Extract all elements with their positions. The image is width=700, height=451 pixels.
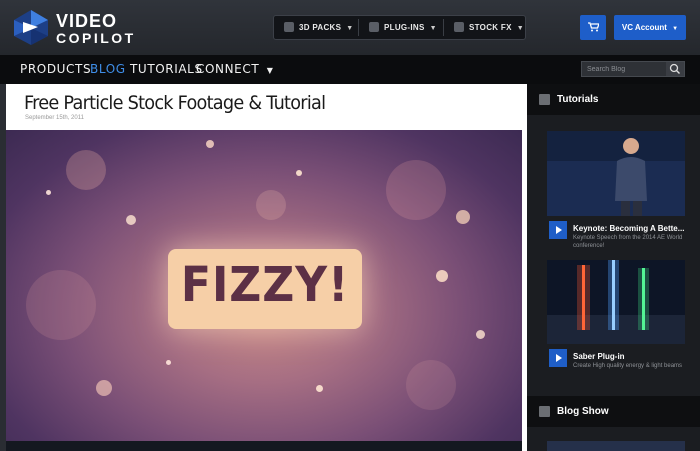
bokeh xyxy=(436,270,448,282)
stock-fx-button[interactable]: STOCK FX ▼ xyxy=(454,18,524,37)
video-title[interactable]: Saber Plug-in xyxy=(573,352,688,361)
bokeh xyxy=(206,140,214,148)
next-image-preview xyxy=(6,441,522,451)
chevron-down-icon: ▼ xyxy=(346,25,354,32)
bokeh xyxy=(316,385,323,392)
search-input[interactable] xyxy=(582,62,666,76)
film-icon xyxy=(454,21,464,32)
tutorials-heading[interactable]: Tutorials xyxy=(527,84,700,115)
video-description: Keynote Speech from the 2014 AE World co… xyxy=(573,235,683,249)
divider xyxy=(358,19,359,36)
bokeh xyxy=(456,210,470,224)
account-label: VC Account xyxy=(621,23,667,32)
play-button[interactable] xyxy=(549,349,567,367)
hero-image[interactable]: FIZZY! xyxy=(6,130,522,442)
plugin-icon xyxy=(369,21,379,32)
fizzy-sign: FIZZY! xyxy=(168,249,362,329)
logo-text-copilot: COPILOT xyxy=(56,30,136,46)
bokeh xyxy=(166,360,171,365)
bokeh xyxy=(26,270,96,340)
nav-products[interactable]: PRODUCTS xyxy=(20,55,91,84)
chevron-down-icon: ▼ xyxy=(266,66,274,75)
nav-blog[interactable]: BLOG xyxy=(90,55,126,84)
play-button[interactable] xyxy=(549,221,567,239)
video-description: Create High quality energy & light beams xyxy=(573,363,683,369)
chevron-down-icon: ▼ xyxy=(516,25,524,32)
article-title[interactable]: Free Particle Stock Footage & Tutorial xyxy=(24,92,326,114)
tutorials-heading-label: Tutorials xyxy=(557,94,599,105)
article-date: September 15th, 2011 xyxy=(25,115,84,121)
keynote-thumbnail[interactable] xyxy=(547,131,685,216)
nav-tutorials[interactable]: TUTORIALS xyxy=(130,55,203,84)
nav-connect-label: CONNECT xyxy=(196,62,260,76)
blog-show-heading[interactable]: Blog Show xyxy=(527,396,700,427)
bokeh xyxy=(406,360,456,410)
hero-text: FIZZY! xyxy=(180,257,350,313)
3d-packs-button[interactable]: 3D PACKS ▼ xyxy=(284,18,354,37)
saber-thumbnail[interactable] xyxy=(547,260,685,344)
calendar-icon xyxy=(539,406,550,417)
3d-packs-label: 3D PACKS xyxy=(299,23,342,32)
bokeh xyxy=(66,150,106,190)
cube-icon xyxy=(284,21,294,32)
logo-text-video: VIDEO xyxy=(56,11,118,31)
bokeh xyxy=(96,380,112,396)
bokeh xyxy=(256,190,286,220)
speaker-photo xyxy=(547,131,685,216)
stock-fx-label: STOCK FX xyxy=(469,23,512,32)
products-bar: 3D PACKS ▼ PLUG-INS ▼ STOCK FX ▼ xyxy=(273,15,526,40)
blog-show-thumbnail[interactable] xyxy=(547,441,685,451)
video-copilot-logo[interactable]: VIDEO COPILOT xyxy=(12,8,133,48)
search-box xyxy=(581,61,685,77)
divider xyxy=(443,19,444,36)
chevron-down-icon: ▼ xyxy=(429,25,437,32)
search-icon xyxy=(669,63,680,74)
blog-show-heading-label: Blog Show xyxy=(557,406,609,417)
video-title[interactable]: Keynote: Becoming A Bette... xyxy=(573,224,688,233)
search-button[interactable] xyxy=(666,62,684,76)
bokeh xyxy=(126,215,136,225)
bokeh xyxy=(46,190,51,195)
nav-connect[interactable]: CONNECT ▼ xyxy=(196,55,273,84)
bokeh xyxy=(476,330,485,339)
bokeh xyxy=(296,170,302,176)
plug-ins-button[interactable]: PLUG-INS ▼ xyxy=(369,18,437,37)
logo-emblem-icon xyxy=(14,10,48,45)
chevron-down-icon: ▼ xyxy=(672,26,679,32)
saber-image xyxy=(547,260,685,344)
account-button[interactable]: VC Account ▼ xyxy=(614,15,686,40)
cart-icon xyxy=(587,22,600,32)
plug-ins-label: PLUG-INS xyxy=(384,23,425,32)
bokeh xyxy=(386,160,446,220)
play-square-icon xyxy=(539,94,550,105)
cart-button[interactable] xyxy=(580,15,606,40)
